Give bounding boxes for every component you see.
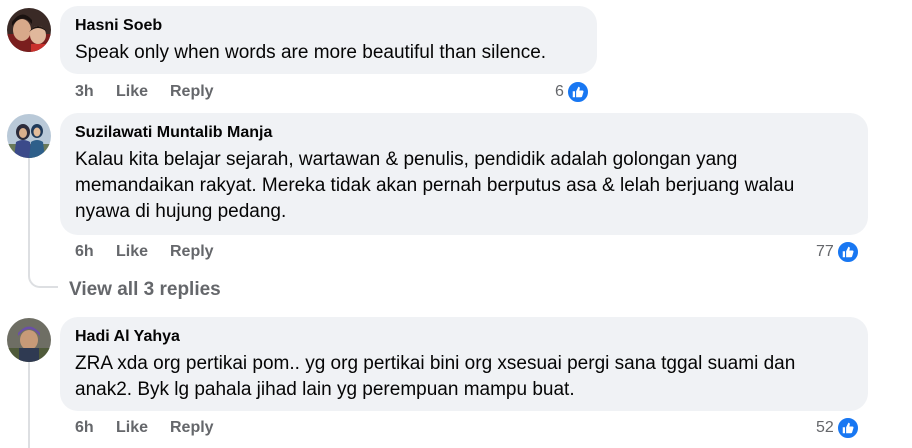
avatar-hadi-al-yahya[interactable] (7, 318, 51, 362)
comment-text: Speak only when words are more beautiful… (75, 42, 547, 63)
comment-actions: 6h Like Reply (75, 242, 214, 262)
comment-bubble: Suzilawati Muntalib Manja Kalau kita bel… (60, 113, 868, 235)
reaction-summary[interactable]: 6 (555, 80, 590, 104)
reaction-summary[interactable]: 52 (816, 416, 860, 440)
comment-author[interactable]: Suzilawati Muntalib Manja (75, 123, 852, 143)
comment-time[interactable]: 6h (75, 242, 116, 262)
comment-text-line: ZRA xda org pertikai pom.. yg org pertik… (75, 353, 796, 374)
comment-bubble: Hasni Soeb Speak only when words are mor… (60, 6, 597, 74)
comment-author[interactable]: Hadi Al Yahya (75, 327, 852, 347)
comment-text-line: memandaikan rakyat. Mereka tidak akan pe… (75, 175, 795, 196)
avatar-suzilawati-muntalib-manja[interactable] (7, 114, 51, 158)
reply-button[interactable]: Reply (170, 82, 214, 102)
reply-button[interactable]: Reply (170, 418, 214, 438)
avatar-hasni-soeb[interactable] (7, 8, 51, 52)
reaction-summary[interactable]: 77 (816, 240, 860, 264)
comment-time[interactable]: 3h (75, 82, 116, 102)
comment-time[interactable]: 6h (75, 418, 116, 438)
comment-text: ZRA xda org pertikai pom.. yg org pertik… (75, 351, 852, 403)
thread-line (28, 362, 30, 448)
reaction-count: 6 (555, 83, 564, 100)
like-button[interactable]: Like (116, 82, 170, 102)
comment-text-line: nyawa di hujung pedang. (75, 201, 287, 222)
comment-bubble: Hadi Al Yahya ZRA xda org pertikai pom..… (60, 317, 868, 411)
comment-actions: 6h Like Reply (75, 418, 214, 438)
thread-line (28, 158, 30, 268)
like-button[interactable]: Like (116, 418, 170, 438)
like-icon (835, 240, 860, 264)
thread-connector (28, 266, 58, 288)
comment-text: Kalau kita belajar sejarah, wartawan & p… (75, 147, 852, 225)
view-replies-link[interactable]: View all 3 replies (69, 279, 221, 301)
reply-button[interactable]: Reply (170, 242, 214, 262)
like-icon (565, 80, 590, 104)
reaction-count: 52 (816, 419, 834, 436)
comment-text-line: Kalau kita belajar sejarah, wartawan & p… (75, 149, 738, 170)
comment-actions: 3h Like Reply (75, 82, 214, 102)
comment-text-line: anak2. Byk lg pahala jihad lain yg perem… (75, 379, 575, 400)
comment-author[interactable]: Hasni Soeb (75, 16, 581, 36)
reaction-count: 77 (816, 243, 834, 260)
like-icon (835, 416, 860, 440)
like-button[interactable]: Like (116, 242, 170, 262)
